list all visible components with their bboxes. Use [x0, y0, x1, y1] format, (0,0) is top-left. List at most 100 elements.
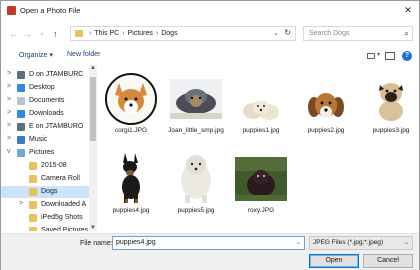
- file-name-label: puppies2.jpg: [307, 127, 345, 134]
- file-grid: corgi1.JPG Joan_little_smp.jpg puppies1.jp…: [99, 65, 417, 231]
- expand-chevron-icon[interactable]: >: [19, 200, 23, 207]
- up-arrow-icon[interactable]: ↑: [53, 28, 58, 40]
- folder-icon: [29, 188, 37, 196]
- expand-chevron-icon[interactable]: >: [7, 96, 11, 103]
- address-bar[interactable]: › This PC › Pictures › Dogs ⌄ ↻: [70, 26, 296, 41]
- back-arrow-icon[interactable]: ←: [9, 28, 18, 40]
- nav-item-saved-pictures[interactable]: Saved Pictures: [1, 225, 89, 231]
- crumb-pictures[interactable]: Pictures: [128, 30, 153, 37]
- file-tile[interactable]: puppies2.jpg: [296, 69, 356, 147]
- file-name-input[interactable]: puppies4.jpg ⌄: [112, 236, 305, 250]
- file-name-label: File name:: [80, 240, 113, 247]
- folder-icon: [75, 30, 83, 37]
- nav-item-documents[interactable]: > Documents: [1, 95, 89, 107]
- nav-item-camera-roll[interactable]: Camera Roll: [1, 173, 89, 185]
- file-tile[interactable]: roxy.JPG: [231, 149, 291, 227]
- new-folder-button[interactable]: New folder: [67, 51, 100, 58]
- expand-chevron-icon[interactable]: v: [7, 148, 11, 155]
- drive-icon: [17, 123, 25, 131]
- file-name-label: puppies5.jpg: [177, 207, 215, 214]
- nav-item-label: Music: [29, 136, 48, 143]
- open-button[interactable]: Open: [309, 254, 359, 268]
- file-name-value: puppies4.jpg: [116, 239, 156, 246]
- refresh-icon[interactable]: ↻: [284, 28, 291, 37]
- help-icon[interactable]: ?: [402, 51, 412, 61]
- file-tile[interactable]: corgi1.JPG: [101, 69, 161, 147]
- file-type-dropdown-icon[interactable]: ⌄: [404, 239, 409, 246]
- file-name-dropdown-icon[interactable]: ⌄: [296, 239, 301, 246]
- search-placeholder: Search Dogs: [309, 30, 350, 37]
- corgi-photo-icon: [105, 73, 157, 129]
- nav-item-label: Downloads: [29, 110, 64, 117]
- dog-outdoor-photo-icon: [235, 157, 287, 213]
- breadcrumb: › This PC › Pictures › Dogs: [89, 30, 178, 37]
- nav-item-label: Documents: [29, 97, 65, 104]
- view-chevron-down-icon[interactable]: ▾: [377, 51, 380, 58]
- expand-chevron-icon[interactable]: >: [7, 122, 11, 129]
- pug-photo-icon: [365, 73, 417, 129]
- nav-scrollbar[interactable]: ▲ ▼: [89, 65, 97, 231]
- close-button[interactable]: ✕: [400, 3, 416, 18]
- file-name-label: corgi1.JPG: [114, 127, 148, 134]
- file-name-label: puppies3.jpg: [372, 127, 410, 134]
- folder-icon: [29, 201, 37, 209]
- organize-button[interactable]: Organize ▾: [19, 51, 53, 59]
- nav-item-2015-08[interactable]: 2015-08: [1, 160, 89, 172]
- file-tile[interactable]: puppies1.jpg: [231, 69, 291, 147]
- search-input[interactable]: Search Dogs ⌕: [303, 26, 413, 41]
- scroll-down-icon[interactable]: ▼: [90, 225, 96, 231]
- nav-item-iped5g-shots[interactable]: iPed5g Shots: [1, 212, 89, 224]
- crumb-dogs[interactable]: Dogs: [161, 30, 177, 37]
- poodle-photo-icon: [170, 149, 222, 205]
- nav-item-label: D on JTAMBURC: [29, 71, 84, 78]
- nav-item-label: Camera Roll: [41, 175, 80, 182]
- nav-item-music[interactable]: > Music: [1, 134, 89, 146]
- expand-chevron-icon[interactable]: >: [7, 70, 11, 77]
- documents-icon: [17, 97, 25, 105]
- puppies-photo-icon: [235, 91, 287, 147]
- nav-item-dogs[interactable]: Dogs: [1, 186, 89, 198]
- navigation-pane: > D on JTAMBURC > Desktop > Documents > Downloa…: [1, 65, 97, 231]
- nav-item-label: Desktop: [29, 84, 55, 91]
- nav-item-downloaded-a[interactable]: > Downloaded A: [1, 199, 89, 211]
- file-name-label: roxy.JPG: [247, 207, 275, 214]
- nav-item-desktop[interactable]: > Desktop: [1, 82, 89, 94]
- folder-icon: [29, 214, 37, 222]
- expand-chevron-icon[interactable]: >: [7, 135, 11, 142]
- folder-icon: [29, 227, 37, 231]
- open-file-dialog: Open a Photo File ✕ ← → ⌄ ↑ › This PC › Pic…: [0, 0, 420, 270]
- nav-item-label: Dogs: [41, 188, 58, 195]
- scroll-thumb[interactable]: [90, 77, 96, 141]
- nav-item-pictures[interactable]: v Pictures: [1, 147, 89, 159]
- recent-chevron-down-icon[interactable]: ⌄: [39, 28, 45, 40]
- pictures-icon: [17, 149, 25, 157]
- drive-icon: [17, 71, 25, 79]
- nav-item-label: 2015-08: [41, 162, 67, 169]
- preview-pane-icon[interactable]: [385, 52, 395, 60]
- file-name-label: puppies1.jpg: [242, 127, 280, 134]
- bottom-panel: File name: puppies4.jpg ⌄ JPEG Files (*.…: [1, 233, 419, 270]
- nav-item-label: E on JTAMBURO: [29, 123, 84, 130]
- nav-item-e-on-jtamburo[interactable]: > E on JTAMBURO: [1, 121, 89, 133]
- app-icon: [7, 6, 16, 15]
- nav-item-downloads[interactable]: > Downloads: [1, 108, 89, 120]
- crumb-this-pc[interactable]: This PC: [94, 30, 119, 37]
- nav-item-label: iPed5g Shots: [41, 214, 83, 221]
- change-view-icon[interactable]: [367, 53, 375, 59]
- address-dropdown-icon[interactable]: ⌄: [273, 29, 279, 37]
- cancel-button[interactable]: Cancel: [363, 254, 413, 268]
- file-tile[interactable]: Joan_little_smp.jpg: [166, 69, 226, 147]
- file-tile[interactable]: puppies5.jpg: [166, 149, 226, 227]
- file-tile[interactable]: puppies4.jpg: [101, 149, 161, 227]
- file-tile[interactable]: puppies3.jpg: [361, 69, 420, 147]
- doberman-photo-icon: [105, 149, 157, 205]
- file-type-select[interactable]: JPEG Files (*.jpg;*.jpeg) ⌄: [309, 236, 413, 250]
- file-name-label: Joan_little_smp.jpg: [168, 127, 224, 134]
- folder-icon: [29, 175, 37, 183]
- forward-arrow-icon[interactable]: →: [23, 28, 32, 40]
- expand-chevron-icon[interactable]: >: [7, 109, 11, 116]
- window-title: Open a Photo File: [20, 6, 81, 15]
- nav-item-d-on-jtamburc[interactable]: > D on JTAMBURC: [1, 69, 89, 81]
- scroll-up-icon[interactable]: ▲: [90, 65, 96, 71]
- expand-chevron-icon[interactable]: >: [7, 83, 11, 90]
